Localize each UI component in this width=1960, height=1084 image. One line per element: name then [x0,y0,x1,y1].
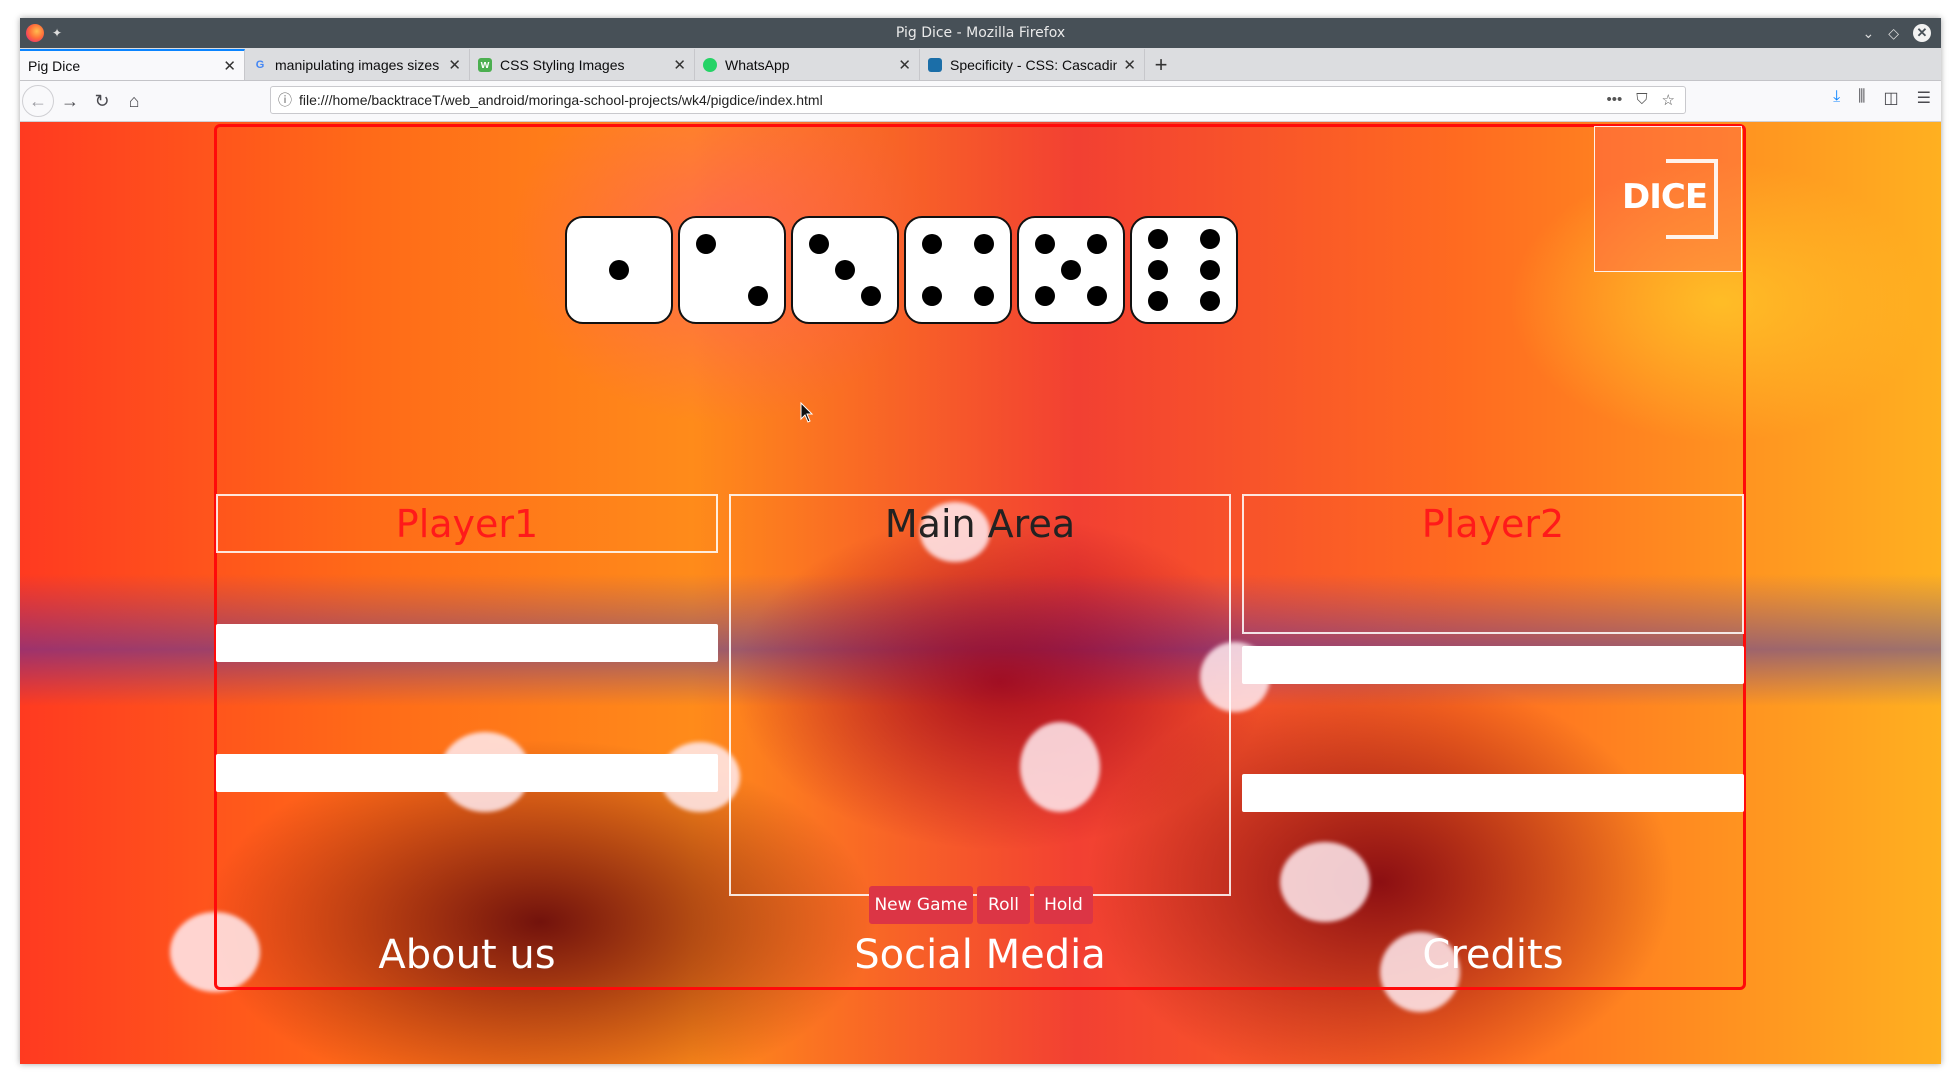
die-face-5 [1017,216,1125,324]
tab-close-icon[interactable]: ✕ [223,57,236,75]
forward-icon[interactable]: → [54,85,86,117]
library-icon[interactable]: ⫼ [1858,88,1865,108]
dice-faces [565,216,1238,324]
maximize-icon[interactable]: ◇ [1888,25,1899,42]
hold-button[interactable]: Hold [1034,886,1093,924]
die-pip [974,234,994,254]
reload-icon[interactable]: ↻ [86,85,118,117]
tab-whatsapp[interactable]: WhatsApp ✕ [695,49,920,80]
die-pip [809,234,829,254]
minimize-icon[interactable]: ⌄ [1862,25,1874,42]
player1-score-field [216,624,718,662]
download-icon[interactable]: ⤓ [1833,88,1840,108]
back-icon[interactable]: ← [22,85,54,117]
die-face-4 [904,216,1012,324]
tab-label: WhatsApp [725,56,790,73]
tab-bar: Pig Dice ✕ G manipulating images sizes ✕… [20,48,1941,81]
tab-close-icon[interactable]: ✕ [448,56,461,74]
home-icon[interactable]: ⌂ [118,85,150,117]
pocket-icon[interactable]: ⛉ [1636,91,1647,109]
die-pip [1148,291,1168,312]
die-pip [922,286,942,306]
main-area-title: Main Area [884,502,1076,546]
die-pip [1035,234,1055,254]
social-media-link[interactable]: Social Media [729,932,1231,978]
google-icon: G [255,58,265,71]
tab-css-styling-images[interactable]: w CSS Styling Images ✕ [470,49,695,80]
bookmark-star-icon[interactable]: ☆ [1662,91,1675,109]
die-face-1 [565,216,673,324]
tab-specificity[interactable]: Specificity - CSS: Cascading ✕ [920,49,1145,80]
player1-panel: Player1 [216,494,718,553]
tab-label: manipulating images sizes [275,56,440,73]
window-close-icon[interactable]: ✕ [1913,24,1931,42]
player1-title: Player1 [395,502,539,546]
mouse-cursor-icon [800,402,814,423]
die-pip [922,234,942,254]
die-face-6 [1130,216,1238,324]
tab-manipulating-images[interactable]: G manipulating images sizes ✕ [245,49,470,80]
info-icon[interactable]: ⓘ [271,90,299,110]
url-bar[interactable]: ⓘ file:///home/backtraceT/web_android/mo… [270,86,1686,114]
die-pip [1200,228,1220,249]
credits-link[interactable]: Credits [1242,932,1744,978]
tab-label: Specificity - CSS: Cascading [950,56,1118,73]
new-tab-button[interactable]: + [1145,49,1177,80]
url-text[interactable]: file:///home/backtraceT/web_android/mori… [299,92,1607,108]
die-pip [861,286,881,306]
tab-pig-dice[interactable]: Pig Dice ✕ [20,49,245,80]
new-game-button[interactable]: New Game [869,886,973,924]
about-us-link[interactable]: About us [216,932,718,978]
die-pip [609,260,629,280]
player2-panel: Player2 [1242,494,1744,634]
die-pip [748,286,768,306]
die-pip [1200,291,1220,312]
die-pip [1087,286,1107,306]
die-pip [1087,234,1107,254]
die-pip [835,260,855,280]
dice-logo: DICE [1594,126,1742,272]
tab-label: Pig Dice [28,57,81,74]
die-pip [696,234,716,254]
player2-current-field [1242,774,1744,812]
menu-icon[interactable]: ☰ [1917,88,1931,108]
player2-title: Player2 [1421,502,1565,546]
player1-current-field [216,754,718,792]
die-face-2 [678,216,786,324]
browser-window: ✦ Pig Dice - Mozilla Firefox ⌄ ◇ ✕ Pig D… [20,18,1941,1064]
tab-close-icon[interactable]: ✕ [673,56,686,74]
die-pip [974,286,994,306]
firefox-icon [26,24,44,42]
tab-label: CSS Styling Images [500,56,625,73]
roll-button[interactable]: Roll [977,886,1030,924]
die-pip [1035,286,1055,306]
w3schools-icon: w [478,57,492,72]
title-bar: ✦ Pig Dice - Mozilla Firefox ⌄ ◇ ✕ [20,18,1941,48]
main-area-panel: Main Area [729,494,1231,896]
pin-icon[interactable]: ✦ [52,26,62,40]
sidebar-icon[interactable]: ◫ [1884,88,1899,108]
tab-close-icon[interactable]: ✕ [898,56,911,74]
logo-text: DICE [1622,177,1708,217]
player2-score-field [1242,646,1744,684]
mdn-icon [928,57,942,72]
die-face-3 [791,216,899,324]
die-pip [1148,260,1168,280]
die-pip [1061,260,1081,280]
die-pip [1200,260,1220,280]
page-content: DICE Player1 Main Area Player2 New Game … [20,122,1941,1064]
die-pip [1148,228,1168,249]
window-title: Pig Dice - Mozilla Firefox [895,25,1066,41]
tab-close-icon[interactable]: ✕ [1123,56,1136,74]
more-actions-icon[interactable]: ••• [1607,91,1623,109]
whatsapp-icon [703,57,717,72]
